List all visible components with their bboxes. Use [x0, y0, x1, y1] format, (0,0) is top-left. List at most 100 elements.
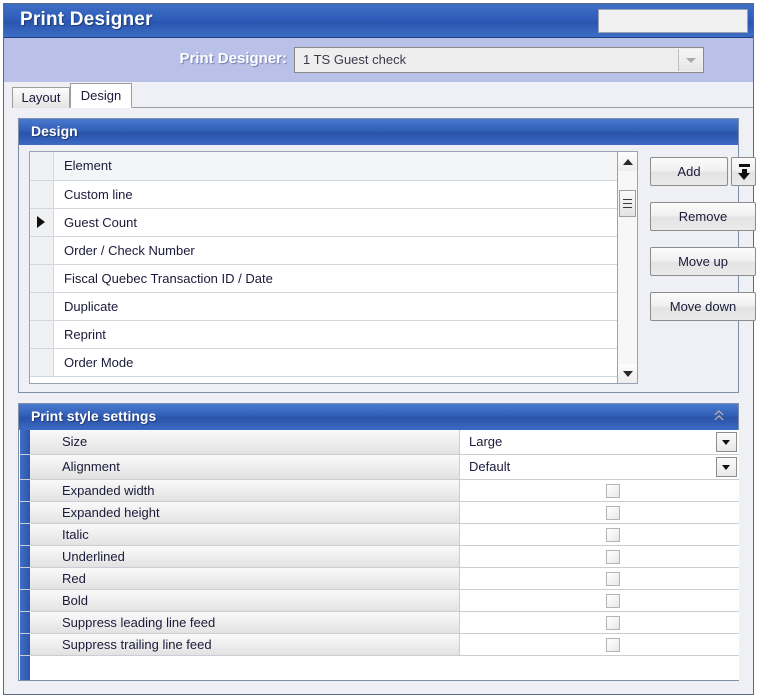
- row-gutter: [30, 265, 54, 292]
- chevron-down-icon: [722, 465, 730, 470]
- scrollbar-up-button[interactable]: [618, 152, 637, 171]
- print-style-settings-header: Print style settings: [19, 404, 738, 430]
- row-selector-arrow-icon: [37, 216, 45, 228]
- print-designer-combobox-button[interactable]: [678, 49, 702, 71]
- element-grid-scrollbar[interactable]: [617, 151, 638, 384]
- element-grid[interactable]: Element Custom line Guest Count Order / …: [29, 151, 629, 384]
- property-value: [461, 502, 739, 523]
- expanded-width-checkbox[interactable]: [606, 484, 620, 498]
- move-up-button[interactable]: Move up: [650, 247, 756, 276]
- print-designer-combobox[interactable]: 1 TS Guest check: [294, 47, 704, 73]
- add-button[interactable]: Add: [650, 157, 728, 186]
- row-gutter: [30, 237, 54, 264]
- expanded-height-checkbox[interactable]: [606, 506, 620, 520]
- design-panel: Design Element Custom line Guest Count O…: [18, 118, 756, 393]
- scrollbar-thumb[interactable]: [619, 190, 636, 217]
- chevron-down-icon: [722, 440, 730, 445]
- property-value: [461, 612, 739, 633]
- print-designer-window: Print Designer Print Designer: 1 TS Gues…: [3, 3, 756, 695]
- property-row-bold[interactable]: Bold: [20, 590, 739, 612]
- property-label: Bold: [30, 590, 460, 611]
- move-down-button[interactable]: Move down: [650, 292, 756, 321]
- table-row[interactable]: Fiscal Quebec Transaction ID / Date: [30, 265, 628, 293]
- red-checkbox[interactable]: [606, 572, 620, 586]
- scroll-down-arrow-icon: [623, 371, 633, 377]
- scroll-thumb-grip-icon: [623, 199, 632, 200]
- property-value: [461, 568, 739, 589]
- suppress-trailing-line-feed-checkbox[interactable]: [606, 638, 620, 652]
- property-value: [461, 590, 739, 611]
- italic-checkbox[interactable]: [606, 528, 620, 542]
- chevron-double-up-icon[interactable]: [712, 408, 726, 428]
- property-row-red[interactable]: Red: [20, 568, 739, 590]
- suppress-leading-line-feed-checkbox[interactable]: [606, 616, 620, 630]
- row-gutter: [30, 321, 54, 348]
- tab-strip: Layout Design: [4, 82, 753, 108]
- add-dropdown-button[interactable]: [731, 157, 756, 186]
- row-gutter: [30, 181, 54, 208]
- add-to-bottom-arrow-icon: [739, 164, 750, 167]
- tab-design[interactable]: Design: [70, 83, 132, 108]
- property-row-size[interactable]: Size Large: [20, 430, 739, 455]
- element-name: Fiscal Quebec Transaction ID / Date: [64, 271, 273, 286]
- property-label: Suppress leading line feed: [30, 612, 460, 633]
- property-value[interactable]: Large: [461, 430, 739, 454]
- property-value: [461, 546, 739, 567]
- property-value: [461, 480, 739, 501]
- table-row[interactable]: Order Mode: [30, 349, 628, 377]
- table-row[interactable]: Duplicate: [30, 293, 628, 321]
- property-label: Suppress trailing line feed: [30, 634, 460, 655]
- property-row-suppress-trailing-line-feed[interactable]: Suppress trailing line feed: [20, 634, 739, 656]
- print-designer-subheader: Print Designer: 1 TS Guest check: [4, 38, 753, 82]
- print-designer-label: Print Designer:: [179, 50, 287, 67]
- property-row-expanded-width[interactable]: Expanded width: [20, 480, 739, 502]
- bold-checkbox[interactable]: [606, 594, 620, 608]
- table-row[interactable]: Order / Check Number: [30, 237, 628, 265]
- add-to-bottom-arrow-icon: [738, 173, 750, 180]
- property-value[interactable]: Default: [461, 455, 739, 479]
- element-name: Guest Count: [64, 215, 137, 230]
- scroll-thumb-grip-icon: [623, 203, 632, 204]
- property-label: Red: [30, 568, 460, 589]
- property-row-underlined[interactable]: Underlined: [20, 546, 739, 568]
- size-dropdown-button[interactable]: [716, 432, 737, 452]
- row-gutter: [30, 209, 54, 236]
- print-style-settings-panel: Print style settings Size Large Alignmen…: [18, 403, 739, 681]
- element-grid-header-row: Element: [30, 152, 628, 181]
- remove-button[interactable]: Remove: [650, 202, 756, 231]
- scroll-thumb-grip-icon: [623, 207, 632, 208]
- property-row-alignment[interactable]: Alignment Default: [20, 455, 739, 480]
- element-grid-header-gutter: [30, 152, 54, 180]
- property-row-suppress-leading-line-feed[interactable]: Suppress leading line feed: [20, 612, 739, 634]
- underlined-checkbox[interactable]: [606, 550, 620, 564]
- element-name: Order Mode: [64, 355, 134, 370]
- titlebar-field[interactable]: [598, 9, 748, 33]
- print-designer-combobox-value: 1 TS Guest check: [303, 52, 407, 67]
- tab-layout[interactable]: Layout: [12, 87, 70, 108]
- property-label: Alignment: [30, 455, 460, 479]
- table-row[interactable]: Custom line: [30, 181, 628, 209]
- page-content: Design Element Custom line Guest Count O…: [4, 108, 756, 694]
- scroll-up-arrow-icon: [623, 159, 633, 165]
- property-value: [461, 524, 739, 545]
- property-label: Italic: [30, 524, 460, 545]
- row-gutter: [30, 349, 54, 376]
- property-label: Size: [30, 430, 460, 454]
- print-style-settings-title: Print style settings: [31, 408, 157, 424]
- table-row-selected[interactable]: Guest Count: [30, 209, 628, 237]
- property-row-italic[interactable]: Italic: [20, 524, 739, 546]
- table-row[interactable]: Reprint: [30, 321, 628, 349]
- property-grid: Size Large Alignment Default Expanded wi…: [20, 430, 739, 680]
- element-name: Custom line: [64, 187, 133, 202]
- scrollbar-down-button[interactable]: [618, 364, 637, 383]
- element-name: Reprint: [64, 327, 106, 342]
- alignment-dropdown-button[interactable]: [716, 457, 737, 477]
- window-title: Print Designer: [20, 9, 153, 30]
- chevron-down-icon: [686, 58, 696, 63]
- property-row-expanded-height[interactable]: Expanded height: [20, 502, 739, 524]
- element-name: Duplicate: [64, 299, 119, 314]
- design-panel-title: Design: [31, 123, 78, 139]
- row-gutter: [30, 293, 54, 320]
- window-titlebar: Print Designer: [4, 4, 753, 38]
- element-name: Order / Check Number: [64, 243, 195, 258]
